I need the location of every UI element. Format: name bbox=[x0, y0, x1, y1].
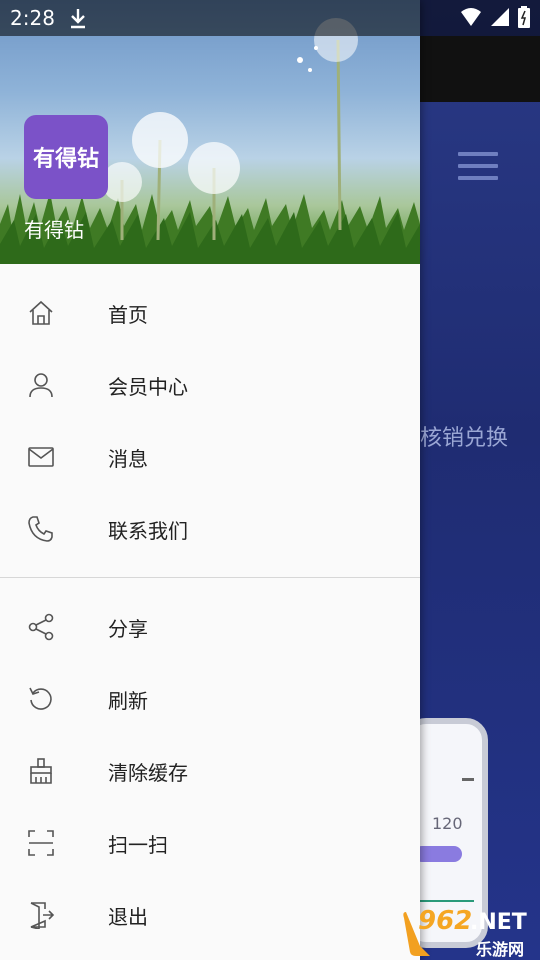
navigation-drawer: 有得钻 有得钻 首页 会员中心 消息 联系我们 分享 刷新 清除缓存 扫一扫 退… bbox=[0, 0, 420, 960]
menu-item-label: 退出 bbox=[108, 904, 148, 929]
watermark-suffix: .NET bbox=[470, 910, 527, 935]
watermark-logo: 962 .NET 乐游网 bbox=[400, 906, 540, 960]
menu-item-clear-cache[interactable]: 清除缓存 bbox=[0, 735, 420, 807]
watermark-number: 962 bbox=[418, 906, 473, 936]
exit-icon bbox=[30, 902, 55, 929]
menu-item-contact-us[interactable]: 联系我们 bbox=[0, 493, 420, 565]
menu-item-home[interactable]: 首页 bbox=[0, 277, 420, 349]
menu-item-label: 联系我们 bbox=[108, 518, 188, 543]
menu-item-messages[interactable]: 消息 bbox=[0, 421, 420, 493]
menu-item-label: 会员中心 bbox=[108, 374, 188, 399]
primary-menu: 首页 会员中心 消息 联系我们 bbox=[0, 277, 420, 565]
menu-item-label: 刷新 bbox=[108, 688, 148, 713]
menu-icon[interactable] bbox=[458, 152, 498, 180]
drawer-header: 有得钻 有得钻 bbox=[0, 0, 420, 264]
secondary-menu: 分享 刷新 清除缓存 扫一扫 退出 bbox=[0, 591, 420, 951]
refresh-icon bbox=[29, 687, 52, 710]
menu-item-logout[interactable]: 退出 bbox=[0, 879, 420, 951]
background-phone-value: 120 bbox=[432, 814, 463, 833]
broom-icon bbox=[30, 758, 52, 784]
mail-icon bbox=[28, 447, 54, 467]
menu-item-refresh[interactable]: 刷新 bbox=[0, 663, 420, 735]
status-bar: 2:28 bbox=[0, 0, 540, 36]
download-icon bbox=[71, 9, 85, 29]
scan-icon bbox=[28, 830, 54, 856]
menu-item-scan[interactable]: 扫一扫 bbox=[0, 807, 420, 879]
phone-icon bbox=[28, 516, 53, 542]
app-logo: 有得钻 bbox=[24, 115, 108, 199]
menu-divider bbox=[0, 577, 420, 578]
signal-icon bbox=[491, 8, 509, 26]
menu-item-member-center[interactable]: 会员中心 bbox=[0, 349, 420, 421]
menu-item-share[interactable]: 分享 bbox=[0, 591, 420, 663]
watermark-tagline: 乐游网 bbox=[476, 940, 525, 959]
status-time: 2:28 bbox=[10, 6, 55, 30]
app-name: 有得钻 bbox=[24, 218, 84, 242]
menu-item-label: 清除缓存 bbox=[108, 760, 188, 785]
menu-item-label: 扫一扫 bbox=[108, 832, 168, 857]
person-icon bbox=[29, 373, 53, 398]
menu-item-label: 消息 bbox=[108, 446, 148, 471]
menu-item-label: 首页 bbox=[108, 302, 148, 327]
home-icon bbox=[29, 300, 53, 325]
battery-icon bbox=[518, 6, 530, 28]
menu-item-label: 分享 bbox=[108, 616, 148, 641]
wifi-icon bbox=[461, 8, 481, 26]
share-icon bbox=[28, 613, 54, 641]
